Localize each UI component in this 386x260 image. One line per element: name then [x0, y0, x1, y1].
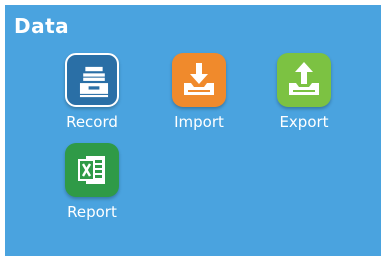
data-screen: Data Record Import Export Report: [5, 5, 381, 256]
export-tray-icon: [289, 62, 319, 95]
excel-report-icon: [78, 156, 105, 184]
report-button[interactable]: Report: [32, 143, 152, 229]
record-icon-box[interactable]: [65, 53, 119, 107]
report-label: Report: [67, 203, 117, 221]
export-label: Export: [279, 113, 329, 131]
page-title: Data: [14, 14, 70, 38]
cash-register-icon: [79, 66, 109, 98]
report-icon-box[interactable]: [65, 143, 119, 197]
export-button[interactable]: Export: [244, 53, 364, 139]
export-icon-box[interactable]: [277, 53, 331, 107]
record-label: Record: [66, 113, 118, 131]
import-icon-box[interactable]: [172, 53, 226, 107]
import-tray-icon: [184, 63, 214, 95]
import-label: Import: [174, 113, 224, 131]
import-button[interactable]: Import: [139, 53, 259, 139]
record-button[interactable]: Record: [32, 53, 152, 139]
